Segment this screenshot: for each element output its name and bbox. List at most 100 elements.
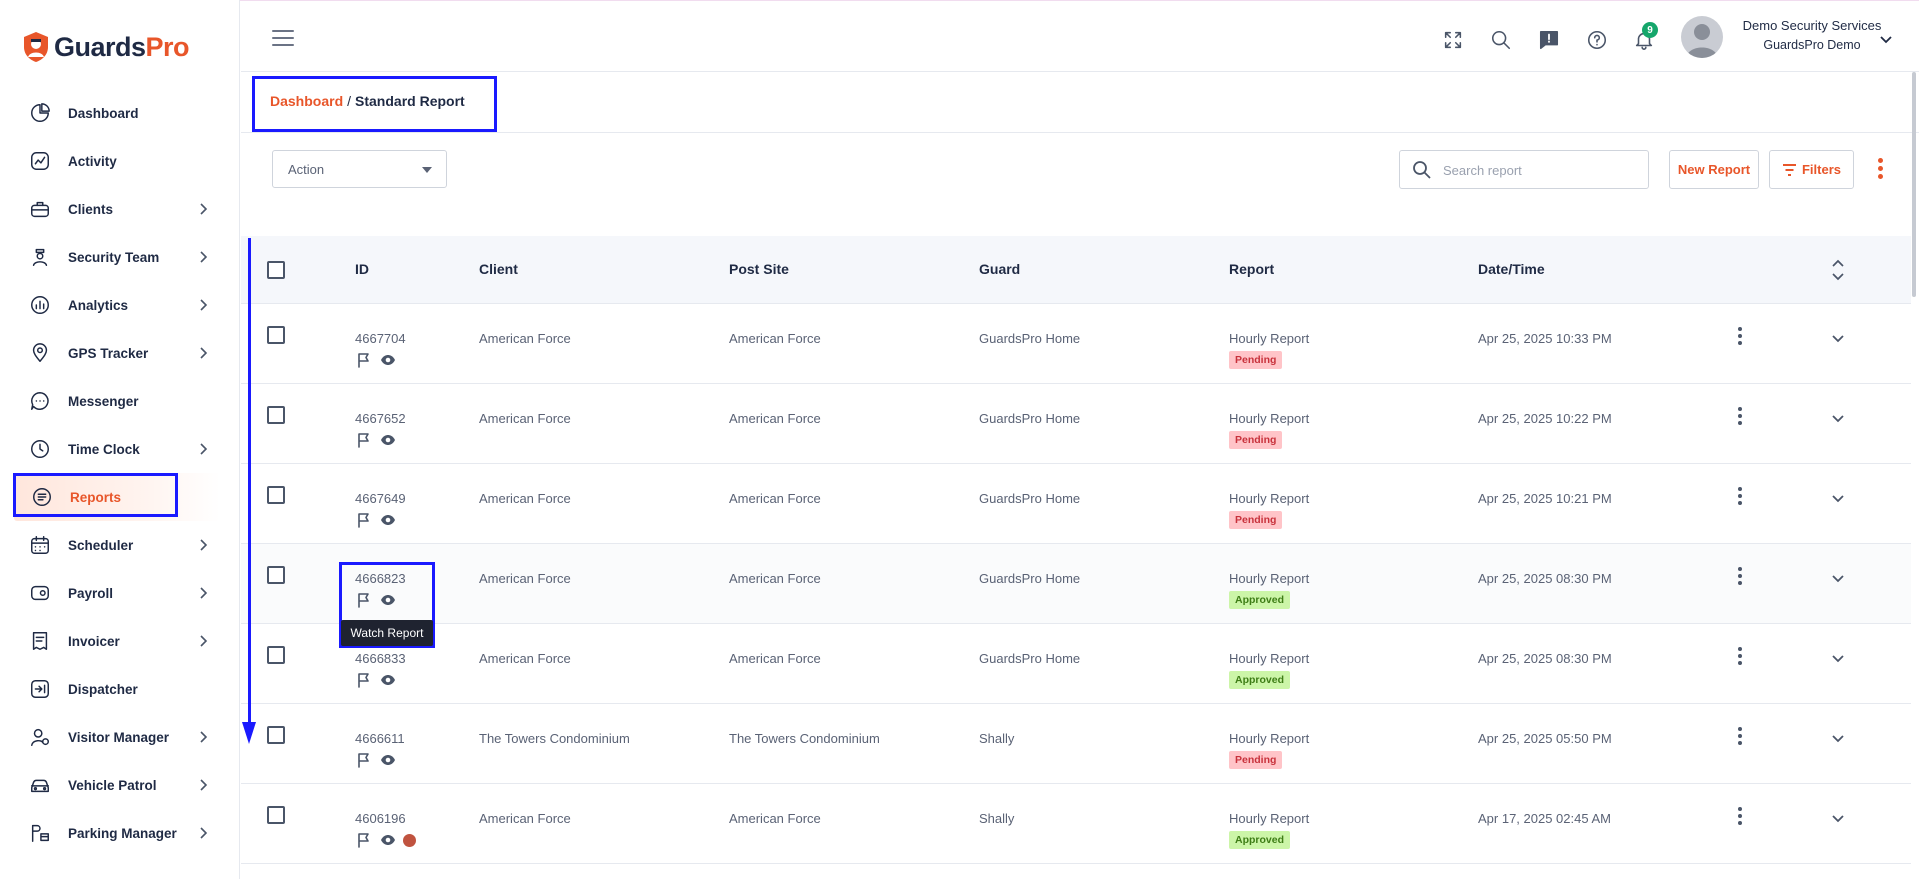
chevron-down-icon[interactable] (1878, 31, 1894, 47)
user-name[interactable]: Demo Security Services (1731, 18, 1893, 33)
row-more-icon[interactable] (1738, 407, 1744, 427)
eye-icon[interactable] (379, 751, 397, 769)
table-row[interactable]: 4667704 American Force American Force Guard… (241, 304, 1911, 384)
row-checkbox[interactable] (267, 326, 285, 344)
caret-down-icon (422, 167, 432, 173)
select-all-checkbox[interactable] (267, 261, 285, 279)
table-row[interactable]: 4667652 American Force American Force Guard… (241, 384, 1911, 464)
report-id: 4667652 (355, 411, 406, 426)
table-row[interactable]: 4606196 American Force American Force Shall… (241, 784, 1911, 864)
row-more-icon[interactable] (1738, 727, 1744, 747)
search-box[interactable] (1399, 150, 1649, 189)
chevron-down-icon[interactable] (1831, 811, 1845, 825)
action-dropdown[interactable]: Action (272, 150, 447, 188)
sidebar-item-label: Activity (68, 153, 117, 169)
more-options-icon[interactable] (1876, 158, 1886, 182)
page-scrollbar[interactable] (1912, 72, 1916, 297)
sidebar-item-security-team[interactable]: Security Team (0, 233, 240, 281)
messenger-icon (28, 389, 52, 413)
column-header-report[interactable]: Report (1229, 261, 1274, 277)
user-company[interactable]: GuardsPro Demo (1731, 38, 1893, 52)
eye-icon[interactable] (379, 831, 397, 849)
sidebar-item-dispatcher[interactable]: Dispatcher (0, 665, 240, 713)
eye-icon[interactable] (379, 671, 397, 689)
flag-icon[interactable] (355, 511, 373, 529)
flag-icon[interactable] (355, 831, 373, 849)
table-row[interactable]: 4667649 American Force American Force Guard… (241, 464, 1911, 544)
report-type-cell[interactable]: Hourly Report (1229, 491, 1309, 506)
sidebar-item-gps-tracker[interactable]: GPS Tracker (0, 329, 240, 377)
row-checkbox[interactable] (267, 486, 285, 504)
flag-icon[interactable] (355, 671, 373, 689)
sidebar-item-time-clock[interactable]: Time Clock (0, 425, 240, 473)
row-more-icon[interactable] (1738, 327, 1744, 347)
feedback-icon[interactable] (1536, 27, 1562, 53)
table-row[interactable]: 4666823 American Force American Force Guard… (241, 544, 1911, 624)
row-more-icon[interactable] (1738, 647, 1744, 667)
search-input[interactable] (1443, 159, 1638, 181)
menu-icon[interactable] (272, 30, 294, 48)
eye-icon[interactable] (379, 511, 397, 529)
new-report-button[interactable]: New Report (1669, 150, 1759, 189)
flag-icon[interactable] (355, 351, 373, 369)
report-type-cell[interactable]: Hourly Report (1229, 411, 1309, 426)
chevron-down-icon[interactable] (1831, 651, 1845, 665)
row-more-icon[interactable] (1738, 807, 1744, 827)
column-header-datetime[interactable]: Date/Time (1478, 261, 1545, 277)
help-icon[interactable] (1584, 27, 1610, 53)
flag-icon[interactable] (355, 431, 373, 449)
sidebar-item-visitor-manager[interactable]: Visitor Manager (0, 713, 240, 761)
row-checkbox[interactable] (267, 726, 285, 744)
filters-button[interactable]: Filters (1769, 150, 1854, 189)
chevron-down-icon[interactable] (1831, 331, 1845, 345)
sidebar-item-payroll[interactable]: Payroll (0, 569, 240, 617)
sidebar-item-vehicle-patrol[interactable]: Vehicle Patrol (0, 761, 240, 809)
table-row[interactable]: 4666611 The Towers Condominium The Towers … (241, 704, 1911, 784)
chevron-down-icon[interactable] (1831, 411, 1845, 425)
sidebar-item-dashboard[interactable]: Dashboard (0, 89, 240, 137)
sidebar-item-analytics[interactable]: Analytics (0, 281, 240, 329)
row-checkbox[interactable] (267, 646, 285, 664)
row-more-icon[interactable] (1738, 487, 1744, 507)
eye-icon[interactable] (379, 591, 397, 609)
row-more-icon[interactable] (1738, 567, 1744, 587)
report-type-cell[interactable]: Hourly Report (1229, 731, 1309, 746)
watch-report-tooltip: Watch Report (341, 620, 433, 646)
table-row[interactable]: 4666833 American Force American Force Guard… (241, 624, 1911, 704)
column-header-id[interactable]: ID (355, 261, 369, 277)
eye-icon[interactable] (379, 351, 397, 369)
report-type-cell[interactable]: Hourly Report (1229, 331, 1309, 346)
fullscreen-icon[interactable] (1440, 27, 1466, 53)
flag-icon[interactable] (355, 591, 373, 609)
row-checkbox[interactable] (267, 566, 285, 584)
breadcrumb-home-link[interactable]: Dashboard (270, 93, 343, 109)
brand-logo[interactable]: GuardsPro (22, 30, 190, 64)
sidebar-item-label: GPS Tracker (68, 345, 149, 361)
chevron-down-icon[interactable] (1831, 571, 1845, 585)
column-header-post-site[interactable]: Post Site (729, 261, 789, 277)
report-type-cell[interactable]: Hourly Report (1229, 811, 1309, 826)
sidebar-item-invoicer[interactable]: Invoicer (0, 617, 240, 665)
sidebar-item-clients[interactable]: Clients (0, 185, 240, 233)
sidebar-item-reports[interactable]: Reports (14, 473, 220, 521)
datetime-cell: Apr 25, 2025 10:22 PM (1478, 411, 1612, 426)
column-header-guard[interactable]: Guard (979, 261, 1020, 277)
sidebar-item-messenger[interactable]: Messenger (0, 377, 240, 425)
sidebar-item-scheduler[interactable]: Scheduler (0, 521, 240, 569)
sort-icon[interactable] (1831, 258, 1845, 282)
search-icon[interactable] (1488, 27, 1514, 53)
avatar[interactable] (1681, 16, 1723, 58)
column-header-client[interactable]: Client (479, 261, 518, 277)
row-checkbox[interactable] (267, 806, 285, 824)
sidebar-item-activity[interactable]: Activity (0, 137, 240, 185)
row-checkbox[interactable] (267, 406, 285, 424)
datetime-cell: Apr 25, 2025 10:21 PM (1478, 491, 1612, 506)
report-type-cell[interactable]: Hourly Report (1229, 571, 1309, 586)
report-type-cell[interactable]: Hourly Report (1229, 651, 1309, 666)
chevron-down-icon[interactable] (1831, 731, 1845, 745)
flag-icon[interactable] (355, 751, 373, 769)
sidebar-item-parking-manager[interactable]: Parking Manager (0, 809, 240, 857)
client-cell: The Towers Condominium (479, 731, 630, 746)
chevron-down-icon[interactable] (1831, 491, 1845, 505)
eye-icon[interactable] (379, 431, 397, 449)
